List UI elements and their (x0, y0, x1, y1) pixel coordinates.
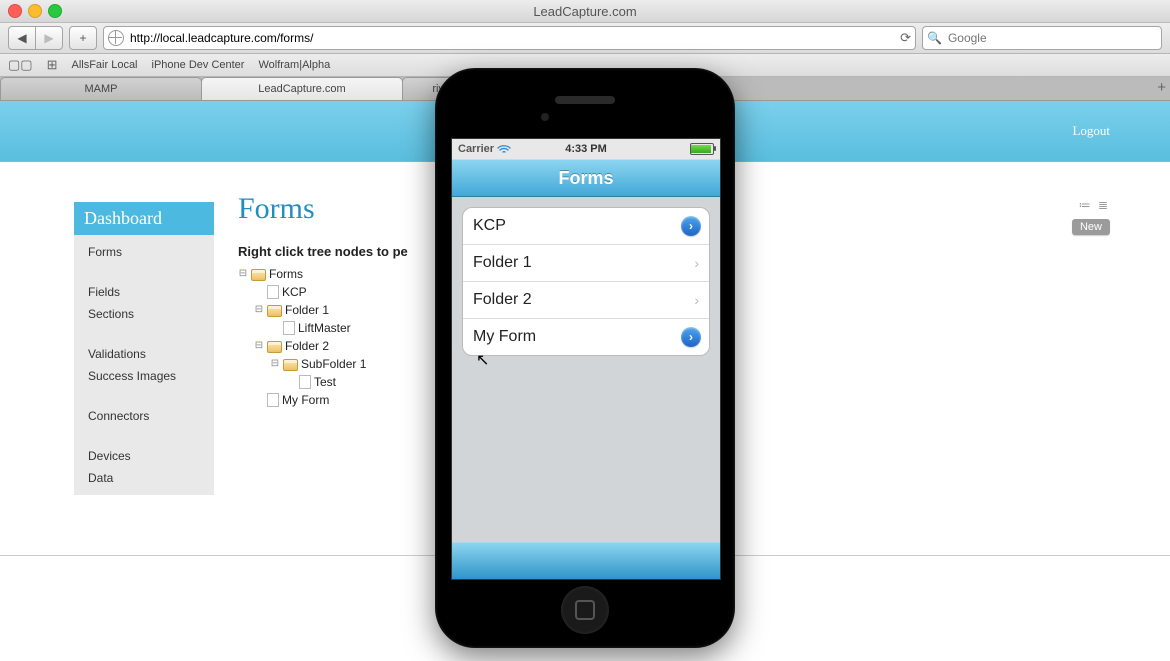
logout-link[interactable]: Logout (1072, 123, 1110, 139)
tree-toggle-icon[interactable]: ⊟ (254, 301, 264, 319)
ios-navbar: Forms (452, 159, 720, 197)
mac-titlebar: LeadCapture.com (0, 0, 1170, 23)
ios-status-bar: Carrier 4:33 PM (452, 139, 720, 159)
battery-icon (690, 143, 714, 155)
ios-list-item[interactable]: KCP › (463, 208, 709, 244)
chevron-right-icon: › (694, 292, 699, 308)
ios-nav-title: Forms (558, 168, 613, 189)
status-time: 4:33 PM (452, 143, 720, 155)
disclosure-detail-icon[interactable]: › (681, 216, 701, 236)
sidebar-item-data[interactable]: Data (74, 467, 214, 489)
tab-label: LeadCapture.com (258, 83, 345, 95)
reload-button[interactable]: ⟳ (900, 30, 911, 46)
tree-toggle-icon[interactable]: ⊟ (270, 355, 280, 373)
ios-list-item[interactable]: My Form › (463, 318, 709, 355)
folder-open-icon (251, 269, 266, 281)
url-input[interactable] (128, 30, 896, 46)
tree-label: Test (314, 373, 336, 391)
iphone-home-button[interactable] (561, 586, 609, 634)
sidebar: Dashboard Forms Fields Sections Validati… (74, 202, 214, 495)
tab-label: MAMP (85, 83, 118, 95)
browser-tab[interactable]: MAMP (0, 77, 202, 100)
bookmark-item[interactable]: AllsFair Local (71, 59, 137, 71)
folder-open-icon (283, 359, 298, 371)
sidebar-item-forms[interactable]: Forms (74, 241, 214, 263)
iphone-device-frame: Carrier 4:33 PM Forms KCP › Folder 1 › (435, 68, 735, 648)
right-controls: ≔ ≣ New (1072, 198, 1110, 235)
reading-list-icon[interactable]: ▢▢ (8, 57, 33, 73)
browser-toolbar: ◀ ▶ + ⟳ 🔍 (0, 23, 1170, 54)
sidebar-item-devices[interactable]: Devices (74, 445, 214, 467)
sidebar-spacer (74, 427, 214, 445)
new-tab-button[interactable]: + (1157, 79, 1166, 96)
ios-list-item[interactable]: Folder 1 › (463, 244, 709, 281)
tree-toggle-icon[interactable]: ⊟ (254, 337, 264, 355)
new-form-button[interactable]: New (1072, 219, 1110, 235)
file-icon (267, 393, 279, 407)
disclosure-detail-icon[interactable]: › (681, 327, 701, 347)
iphone-screen: Carrier 4:33 PM Forms KCP › Folder 1 › (451, 138, 721, 580)
tree-label: My Form (282, 391, 329, 409)
tree-label: Folder 2 (285, 337, 329, 355)
sidebar-spacer (74, 325, 214, 343)
file-icon (299, 375, 311, 389)
address-bar[interactable]: ⟳ (103, 26, 916, 50)
tree-label: Folder 1 (285, 301, 329, 319)
browser-tab[interactable]: LeadCapture.com (201, 77, 403, 100)
tree-label: LiftMaster (298, 319, 351, 337)
add-bookmark-button[interactable]: + (69, 26, 97, 50)
ios-list-label: KCP (473, 217, 506, 235)
ios-forms-list: KCP › Folder 1 › Folder 2 › My Form › (462, 207, 710, 356)
view-toggle[interactable]: ≔ ≣ (1072, 198, 1110, 212)
tree-toggle-icon[interactable]: ⊟ (238, 265, 248, 283)
sidebar-item-validations[interactable]: Validations (74, 343, 214, 365)
tree-label: Forms (269, 265, 303, 283)
sidebar-item-sections[interactable]: Sections (74, 303, 214, 325)
bookmark-item[interactable]: iPhone Dev Center (152, 59, 245, 71)
forward-button[interactable]: ▶ (35, 26, 63, 50)
bookmark-item[interactable]: Wolfram|Alpha (258, 59, 330, 71)
back-button[interactable]: ◀ (8, 26, 35, 50)
ios-list-label: My Form (473, 328, 536, 346)
chevron-right-icon: › (694, 255, 699, 271)
tree-label: SubFolder 1 (301, 355, 366, 373)
window-title: LeadCapture.com (0, 4, 1170, 19)
sidebar-item-connectors[interactable]: Connectors (74, 405, 214, 427)
folder-open-icon (267, 305, 282, 317)
ios-list-label: Folder 1 (473, 254, 532, 272)
site-icon (108, 30, 124, 46)
ios-bottom-bar (452, 542, 720, 579)
folder-open-icon (267, 341, 282, 353)
sidebar-spacer (74, 263, 214, 281)
file-icon (283, 321, 295, 335)
sidebar-item-fields[interactable]: Fields (74, 281, 214, 303)
tree-label: KCP (282, 283, 307, 301)
ios-list-item[interactable]: Folder 2 › (463, 281, 709, 318)
search-input[interactable] (946, 30, 1157, 46)
sidebar-item-success-images[interactable]: Success Images (74, 365, 214, 387)
file-icon (267, 285, 279, 299)
search-icon: 🔍 (927, 31, 942, 45)
iphone-camera (541, 113, 549, 121)
ios-list-label: Folder 2 (473, 291, 532, 309)
search-bar[interactable]: 🔍 (922, 26, 1162, 50)
top-sites-icon[interactable]: ⊞ (47, 57, 58, 73)
sidebar-spacer (74, 387, 214, 405)
sidebar-header: Dashboard (74, 202, 214, 235)
